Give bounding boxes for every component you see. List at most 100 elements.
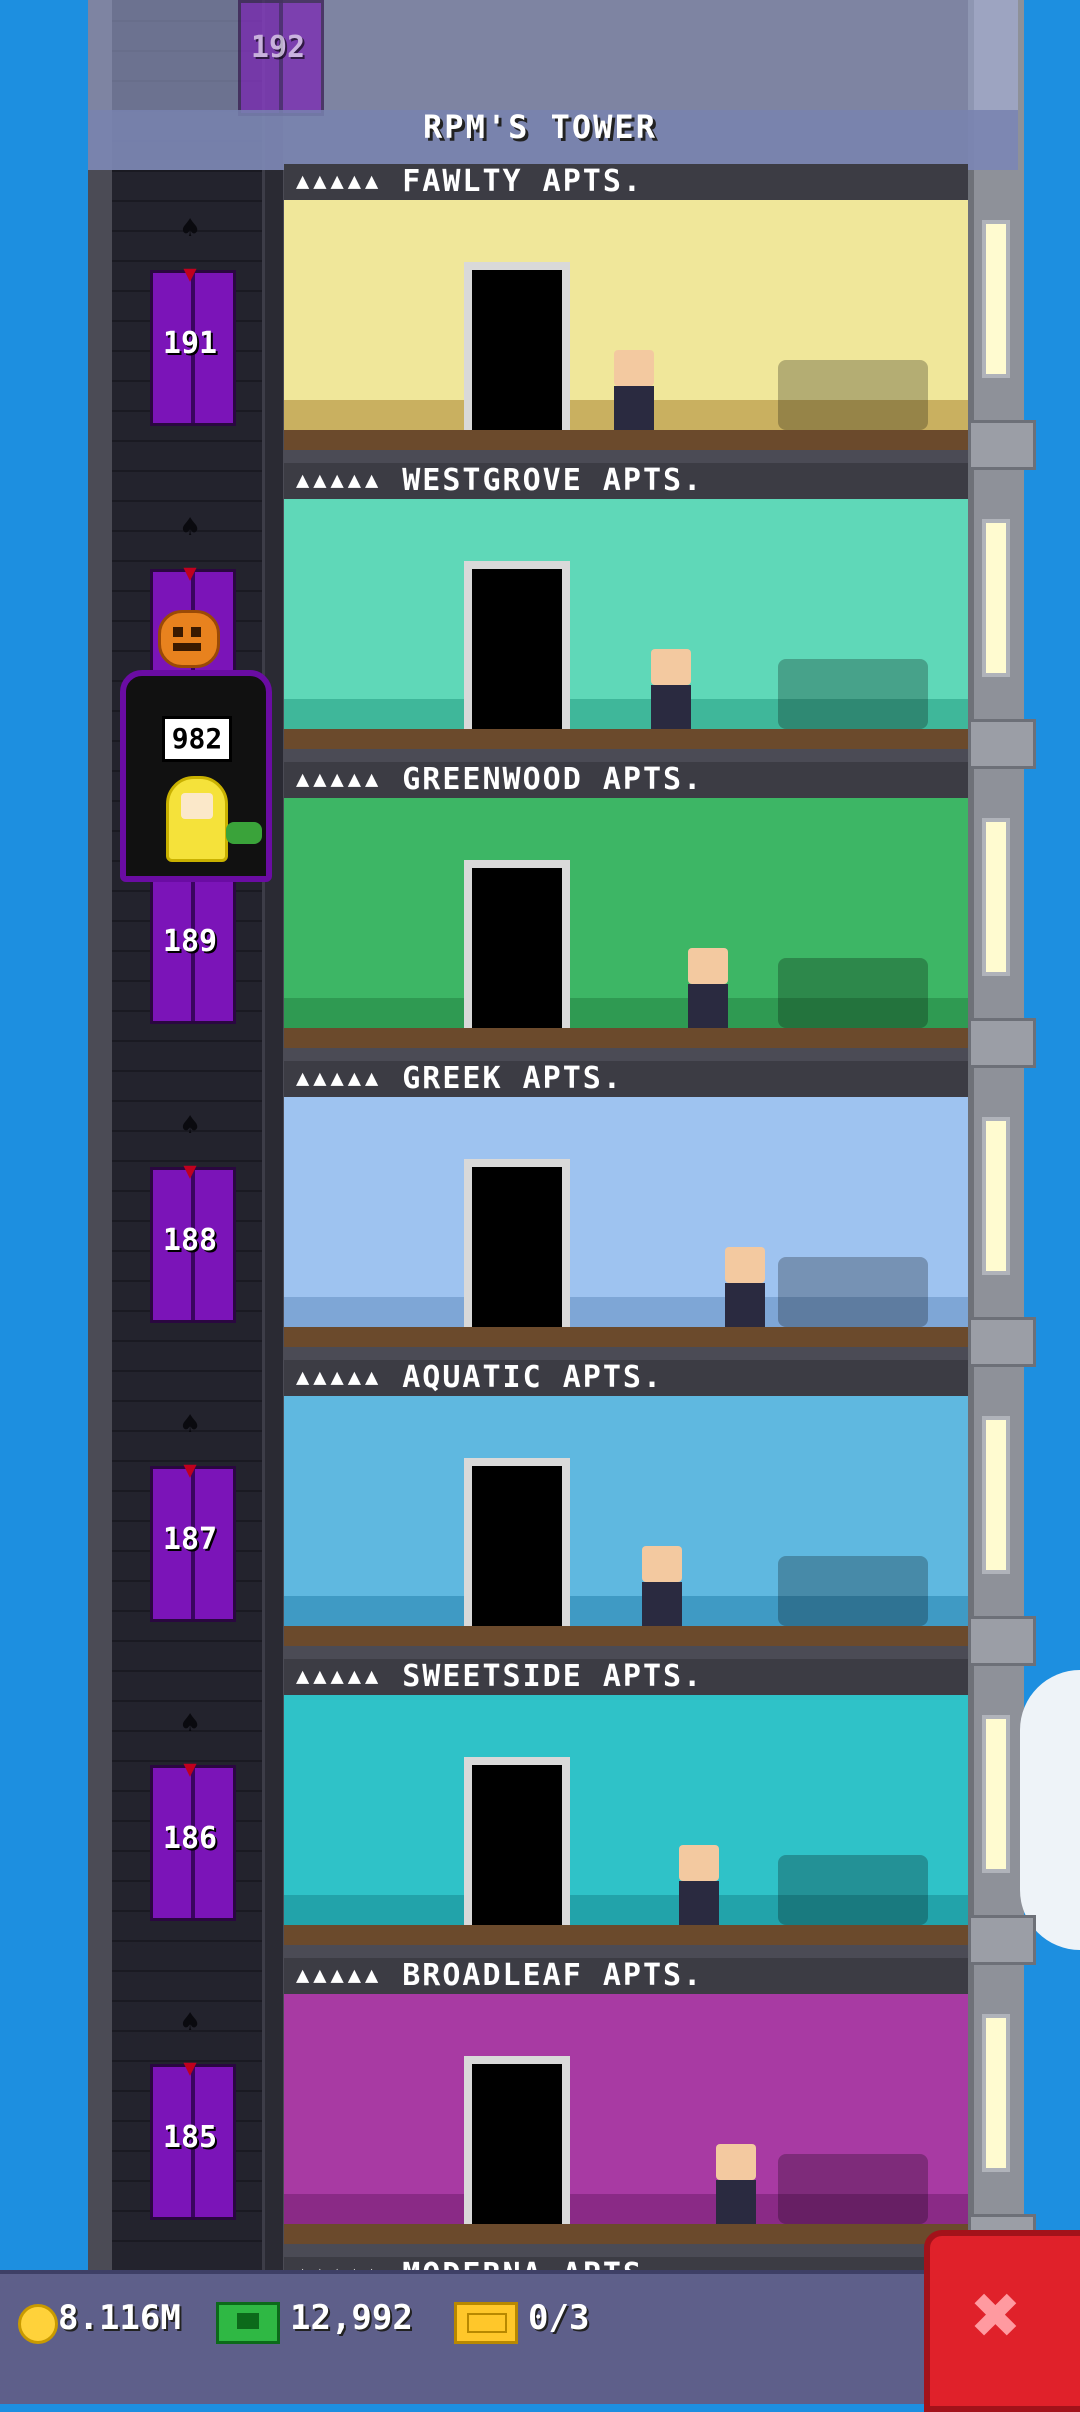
floor-sign-label: WESTGROVE APTS. bbox=[402, 463, 704, 498]
floor-room[interactable] bbox=[284, 499, 968, 749]
bitizen[interactable] bbox=[642, 1546, 682, 1626]
bat-decoration-icon: ▼ bbox=[183, 561, 197, 586]
bat-decoration-icon: ▼ bbox=[183, 262, 197, 287]
bat-decoration-icon: ▼ bbox=[183, 2056, 197, 2081]
coin-count: 8.116M bbox=[58, 2298, 181, 2338]
floor-sign-label: GREEK APTS. bbox=[402, 1061, 623, 1096]
floor-sign: ▲▲▲▲▲ BROADLEAF APTS. bbox=[284, 1958, 968, 1994]
spike-decoration-icon: ♠ bbox=[180, 1407, 200, 1442]
furniture bbox=[778, 2154, 928, 2224]
floor-sign: ▲▲▲▲▲ FAWLTY APTS. bbox=[284, 164, 968, 200]
apartment-door[interactable] bbox=[464, 1757, 570, 1925]
floor-base bbox=[284, 1626, 968, 1646]
bitizen[interactable] bbox=[679, 1845, 719, 1925]
tower-window bbox=[982, 519, 1010, 677]
furniture bbox=[778, 1257, 928, 1327]
golden-ticket-icon bbox=[454, 2302, 518, 2344]
lizard-pet-icon bbox=[226, 822, 262, 844]
sign-dots: ▲▲▲▲▲ bbox=[296, 1365, 383, 1390]
tower-window bbox=[982, 1117, 1010, 1275]
floor-sign: ▲▲▲▲▲ WESTGROVE APTS. bbox=[284, 463, 968, 499]
tower-window bbox=[982, 2014, 1010, 2172]
furniture bbox=[778, 1855, 928, 1925]
bat-decoration-icon: ▼ bbox=[183, 1159, 197, 1184]
elevator-rider bbox=[166, 776, 228, 862]
bitizen[interactable] bbox=[725, 1247, 765, 1327]
spike-decoration-icon: ♠ bbox=[180, 2005, 200, 2040]
floor-base bbox=[284, 729, 968, 749]
tower-ledge bbox=[968, 420, 1036, 470]
furniture bbox=[778, 360, 928, 430]
bitizen[interactable] bbox=[614, 350, 654, 430]
floor-number: 189 bbox=[162, 924, 218, 959]
floor-number: 185 bbox=[162, 2120, 218, 2155]
floor-room[interactable] bbox=[284, 1396, 968, 1646]
bitizen[interactable] bbox=[651, 649, 691, 729]
sign-dots: ▲▲▲▲▲ bbox=[296, 767, 383, 792]
spike-decoration-icon: ♠ bbox=[180, 1706, 200, 1741]
shaft-rail bbox=[262, 0, 283, 2270]
ticket-count: 0/3 bbox=[528, 2298, 590, 2338]
furniture bbox=[778, 1556, 928, 1626]
apartment-door[interactable] bbox=[464, 561, 570, 729]
floor-room[interactable] bbox=[284, 1097, 968, 1347]
spike-decoration-icon: ♠ bbox=[180, 1108, 200, 1143]
floor-base bbox=[284, 1028, 968, 1048]
cash-icon bbox=[216, 2302, 280, 2344]
bitizen[interactable] bbox=[688, 948, 728, 1028]
spike-decoration-icon: ♠ bbox=[180, 211, 200, 246]
tower-window bbox=[982, 818, 1010, 976]
floor-sign-label: FAWLTY APTS. bbox=[402, 164, 643, 199]
tower-window bbox=[982, 1715, 1010, 1873]
floor-sign-label: SWEETSIDE APTS. bbox=[402, 1659, 704, 1694]
floor-sign-label: BROADLEAF APTS. bbox=[402, 1958, 704, 1993]
tower-window bbox=[982, 220, 1010, 378]
tower-ledge bbox=[968, 1616, 1036, 1666]
furniture bbox=[778, 958, 928, 1028]
floor-room[interactable] bbox=[284, 1994, 968, 2244]
floor-room[interactable] bbox=[284, 798, 968, 1048]
floor-sign: ▲▲▲▲▲ SWEETSIDE APTS. bbox=[284, 1659, 968, 1695]
bux-count: 12,992 bbox=[290, 2298, 413, 2338]
cloud bbox=[1020, 1670, 1080, 1950]
floor-number: 187 bbox=[162, 1522, 218, 1557]
jack-o-lantern-icon bbox=[158, 610, 220, 668]
apartment-door[interactable] bbox=[464, 262, 570, 430]
bitizen[interactable] bbox=[716, 2144, 756, 2224]
floor-sign: ▲▲▲▲▲ GREEK APTS. bbox=[284, 1061, 968, 1097]
apartment-door[interactable] bbox=[464, 1458, 570, 1626]
spike-decoration-icon: ♠ bbox=[180, 510, 200, 545]
bat-decoration-icon: ▼ bbox=[183, 1757, 197, 1782]
sign-dots: ▲▲▲▲▲ bbox=[296, 169, 383, 194]
tower-ledge bbox=[968, 1018, 1036, 1068]
floor-sign: ▲▲▲▲▲ GREENWOOD APTS. bbox=[284, 762, 968, 798]
bat-decoration-icon: ▼ bbox=[183, 1458, 197, 1483]
floor-number: 186 bbox=[162, 1821, 218, 1856]
floor-base bbox=[284, 430, 968, 450]
sign-dots: ▲▲▲▲▲ bbox=[296, 1963, 383, 1988]
floor-number: 188 bbox=[162, 1223, 218, 1258]
coin-icon bbox=[18, 2304, 58, 2344]
floor-number-192: 192 bbox=[250, 30, 306, 65]
tower-title: RPM'S TOWER bbox=[423, 108, 657, 146]
apartment-door[interactable] bbox=[464, 1159, 570, 1327]
tower-ledge bbox=[968, 1317, 1036, 1367]
apartment-door[interactable] bbox=[464, 860, 570, 1028]
close-icon: ✖ bbox=[972, 2268, 1022, 2363]
furniture bbox=[778, 659, 928, 729]
elevator-car[interactable]: 982 bbox=[120, 670, 272, 882]
floor-room[interactable] bbox=[284, 1695, 968, 1945]
sign-dots: ▲▲▲▲▲ bbox=[296, 468, 383, 493]
tower-ledge bbox=[968, 1915, 1036, 1965]
tower-ledge bbox=[968, 719, 1036, 769]
sign-dots: ▲▲▲▲▲ bbox=[296, 1066, 383, 1091]
apartment-door[interactable] bbox=[464, 2056, 570, 2224]
floor-room[interactable] bbox=[284, 200, 968, 450]
floor-sign: ▲▲▲▲▲ AQUATIC APTS. bbox=[284, 1360, 968, 1396]
close-button[interactable]: ✖ bbox=[924, 2230, 1080, 2412]
tower-window bbox=[982, 1416, 1010, 1574]
floor-sign-label: AQUATIC APTS. bbox=[402, 1360, 664, 1395]
floor-base bbox=[284, 2224, 968, 2244]
floor-sign-label: GREENWOOD APTS. bbox=[402, 762, 704, 797]
elevator-counter-display: 982 bbox=[162, 716, 232, 762]
